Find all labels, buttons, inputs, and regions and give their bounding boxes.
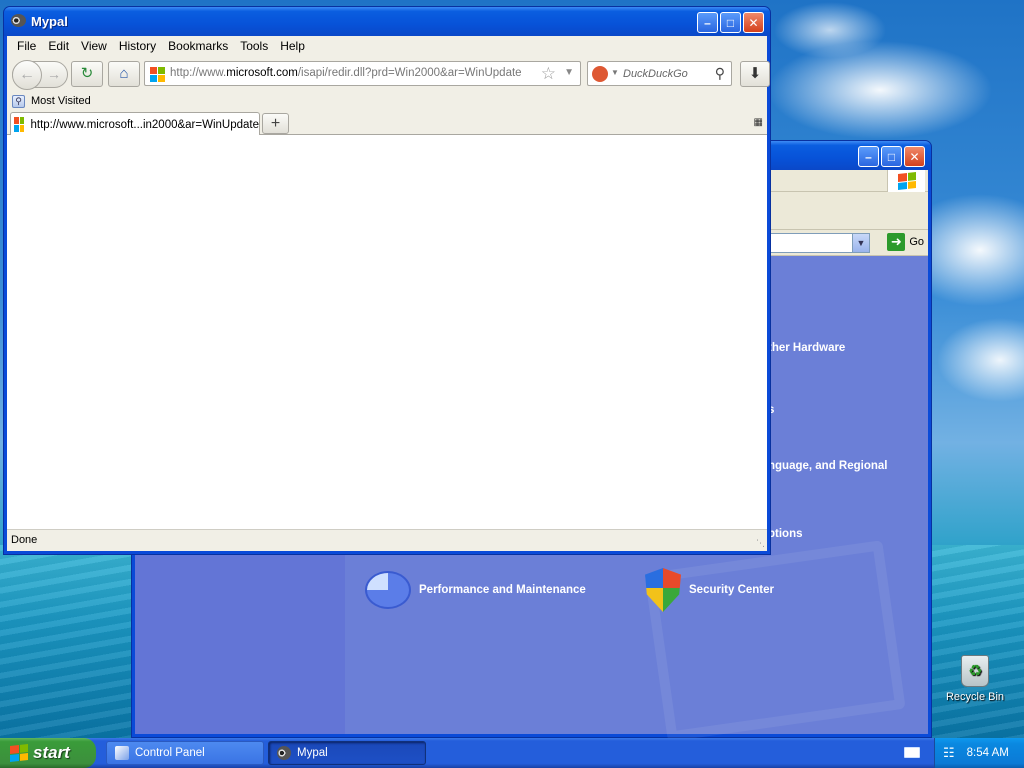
maximize-button[interactable]: □ [881, 146, 902, 167]
control-panel-icon [115, 746, 129, 760]
mypal-titlebar[interactable]: Mypal – □ ✕ [4, 7, 770, 36]
resize-grip-icon[interactable]: ⋱ [756, 538, 765, 549]
taskbar-item-control-panel[interactable]: Control Panel [106, 741, 264, 765]
tab-title: http://www.microsoft...in2000&ar=WinUpda… [30, 118, 259, 131]
tab-strip: http://www.microsoft...in2000&ar=WinUpda… [7, 110, 767, 136]
taskbar-item-label: Mypal [297, 747, 328, 759]
recycle-bin[interactable]: Recycle Bin [940, 655, 1010, 703]
taskbar-item-label: Control Panel [135, 747, 205, 759]
category-security-center[interactable]: Security Center [645, 568, 774, 612]
menu-tools[interactable]: Tools [234, 39, 274, 53]
start-button[interactable]: start [0, 738, 96, 768]
microsoft-favicon [150, 67, 165, 82]
category-label: Performance and Maintenance [419, 584, 586, 596]
mypal-app-icon [11, 14, 26, 27]
most-visited-icon: ⚲ [12, 94, 25, 108]
url-text: http://www.microsoft.com/isapi/redir.dll… [170, 67, 522, 79]
start-label: start [33, 743, 70, 762]
reload-button[interactable]: ↻ [71, 61, 103, 87]
navigation-toolbar: ← → ↻ ⌂ http://www.microsoft.com/isapi/r… [7, 56, 770, 92]
bookmark-star-icon[interactable]: ☆ [541, 64, 556, 84]
chevron-down-icon[interactable]: ▼ [564, 67, 574, 78]
mypal-app-icon [277, 746, 291, 760]
browser-frame: File Edit View History Bookmarks Tools H… [7, 36, 770, 551]
menubar: File Edit View History Bookmarks Tools H… [7, 36, 767, 56]
minimize-button[interactable]: – [858, 146, 879, 167]
menu-bookmarks[interactable]: Bookmarks [162, 39, 234, 53]
go-label: Go [909, 236, 924, 248]
status-bar: Done ⋱ [7, 529, 767, 551]
back-button[interactable]: ← [12, 60, 42, 90]
microsoft-favicon [14, 117, 25, 132]
system-tray: ☷ 8:54 AM [934, 738, 1024, 768]
recycle-bin-label: Recycle Bin [945, 691, 1005, 703]
mypal-window: Mypal – □ ✕ File Edit View History Bookm… [3, 6, 771, 555]
bookmarks-toolbar: ⚲ Most Visited [7, 92, 767, 110]
close-button[interactable]: ✕ [904, 146, 925, 167]
forward-button[interactable]: → [47, 66, 61, 82]
taskbar: start Control Panel Mypal ☷ 8:54 AM [0, 738, 1024, 768]
performance-icon [365, 571, 411, 609]
windows-logo-icon [10, 744, 28, 762]
downloads-button[interactable]: ⬇ [740, 61, 770, 87]
windows-logo-icon [887, 170, 925, 192]
chevron-down-icon[interactable]: ▼ [852, 234, 869, 252]
new-tab-button[interactable]: + [262, 113, 289, 134]
clock[interactable]: 8:54 AM [967, 747, 1009, 759]
url-bar[interactable]: http://www.microsoft.com/isapi/redir.dll… [144, 61, 581, 86]
most-visited-link[interactable]: Most Visited [31, 95, 91, 107]
maximize-button[interactable]: □ [720, 12, 741, 33]
window-title: Mypal [31, 14, 68, 29]
search-placeholder: DuckDuckGo [623, 68, 688, 80]
security-shield-icon [645, 568, 681, 612]
close-button[interactable]: ✕ [743, 12, 764, 33]
home-button[interactable]: ⌂ [108, 61, 140, 87]
category-printers-other-hardware[interactable]: ther Hardware [768, 342, 845, 354]
go-button[interactable]: ➜ Go [887, 233, 924, 251]
chevron-down-icon[interactable]: ▼ [611, 68, 619, 77]
taskbar-item-mypal[interactable]: Mypal [268, 741, 426, 765]
category-accessibility-options[interactable]: ptions [768, 528, 803, 540]
status-text: Done [11, 534, 38, 546]
category-date-time-language-regional[interactable]: nguage, and Regional [768, 460, 887, 472]
menu-help[interactable]: Help [274, 39, 311, 53]
keyboard-icon[interactable] [904, 747, 920, 758]
menu-file[interactable]: File [11, 39, 42, 53]
minimize-button[interactable]: – [697, 12, 718, 33]
search-icon[interactable]: ⚲ [715, 65, 725, 82]
menu-edit[interactable]: Edit [42, 39, 75, 53]
go-arrow-icon: ➜ [887, 233, 906, 251]
menu-view[interactable]: View [75, 39, 113, 53]
category-label: Security Center [689, 584, 775, 596]
category-performance-maintenance[interactable]: Performance and Maintenance [365, 571, 586, 609]
page-content[interactable] [7, 135, 767, 531]
tab-groups-icon[interactable]: ▦ [754, 117, 763, 128]
tab-active[interactable]: http://www.microsoft...in2000&ar=WinUpda… [10, 112, 260, 136]
recycle-bin-icon [961, 655, 989, 687]
search-input[interactable]: ▼ DuckDuckGo ⚲ [587, 61, 732, 86]
network-icon[interactable]: ☷ [943, 745, 955, 761]
duckduckgo-icon [592, 66, 608, 82]
menu-history[interactable]: History [113, 39, 162, 53]
back-forward-group: ← → [12, 60, 68, 90]
